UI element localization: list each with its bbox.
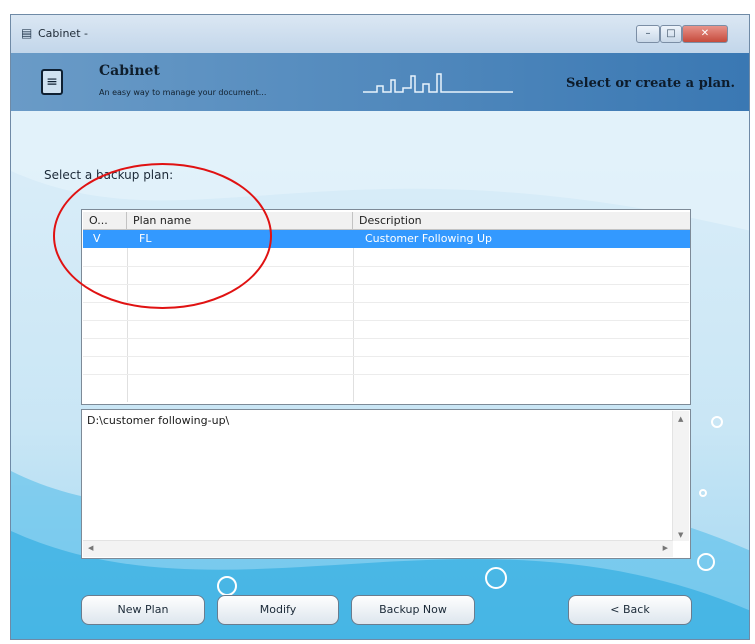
wizard-header: ≡ Cabinet An easy way to manage your doc…: [11, 53, 749, 111]
column-divider: [127, 248, 128, 402]
row-plan-name-cell: FL: [139, 232, 152, 245]
select-plan-label: Select a backup plan:: [44, 168, 174, 182]
cabinet-app-icon: ▤: [21, 26, 33, 40]
column-header-o[interactable]: O...: [83, 212, 127, 230]
minimize-button[interactable]: –: [636, 25, 660, 43]
back-button[interactable]: < Back: [568, 595, 692, 625]
row-divider: [83, 338, 689, 339]
maximize-button[interactable]: □: [660, 25, 682, 43]
scroll-down-icon[interactable]: ▼: [678, 531, 683, 539]
scroll-right-icon[interactable]: ▶: [663, 544, 668, 552]
plans-table[interactable]: O... Plan name Description V FL Customer…: [81, 209, 691, 405]
scroll-document-icon: ≡: [41, 69, 63, 95]
bubble-decoration-icon: [485, 567, 507, 589]
cabinet-window: ▤ Cabinet - – □ ✕ ≡ Cabinet An easy way …: [10, 14, 750, 640]
backup-now-button[interactable]: Backup Now: [351, 595, 475, 625]
table-row[interactable]: V FL Customer Following Up: [83, 230, 690, 248]
row-description-cell: Customer Following Up: [365, 232, 492, 245]
plan-path-textbox[interactable]: D:\customer following-up\ ▲ ▼ ◀ ▶: [81, 409, 691, 559]
bubble-decoration-icon: [697, 553, 715, 571]
title-bar[interactable]: ▤ Cabinet - – □ ✕: [11, 15, 749, 53]
close-button[interactable]: ✕: [682, 25, 728, 43]
row-divider: [83, 374, 689, 375]
row-divider: [83, 320, 689, 321]
app-tagline: An easy way to manage your document...: [99, 88, 267, 97]
scroll-left-icon[interactable]: ◀: [88, 544, 93, 552]
bubble-decoration-icon: [711, 416, 723, 428]
vertical-scrollbar[interactable]: ▲ ▼: [672, 411, 689, 541]
window-title: Cabinet -: [38, 27, 88, 40]
row-divider: [83, 356, 689, 357]
step-title: Select or create a plan.: [566, 76, 735, 91]
skyline-decoration-icon: [363, 73, 513, 93]
bubble-decoration-icon: [217, 576, 237, 596]
row-divider: [83, 266, 689, 267]
column-header-description[interactable]: Description: [353, 212, 690, 230]
column-divider: [353, 248, 354, 402]
bubble-decoration-icon: [699, 489, 707, 497]
modify-button[interactable]: Modify: [217, 595, 339, 625]
row-o-cell: V: [93, 232, 101, 245]
row-divider: [83, 302, 689, 303]
column-header-plan-name[interactable]: Plan name: [127, 212, 353, 230]
new-plan-button[interactable]: New Plan: [81, 595, 205, 625]
scroll-up-icon[interactable]: ▲: [678, 415, 683, 423]
plan-path-text: D:\customer following-up\: [87, 414, 230, 427]
wizard-content: Select a backup plan: O... Plan name Des…: [11, 111, 749, 639]
horizontal-scrollbar[interactable]: ◀ ▶: [83, 540, 673, 557]
row-divider: [83, 284, 689, 285]
app-name: Cabinet: [99, 63, 160, 79]
